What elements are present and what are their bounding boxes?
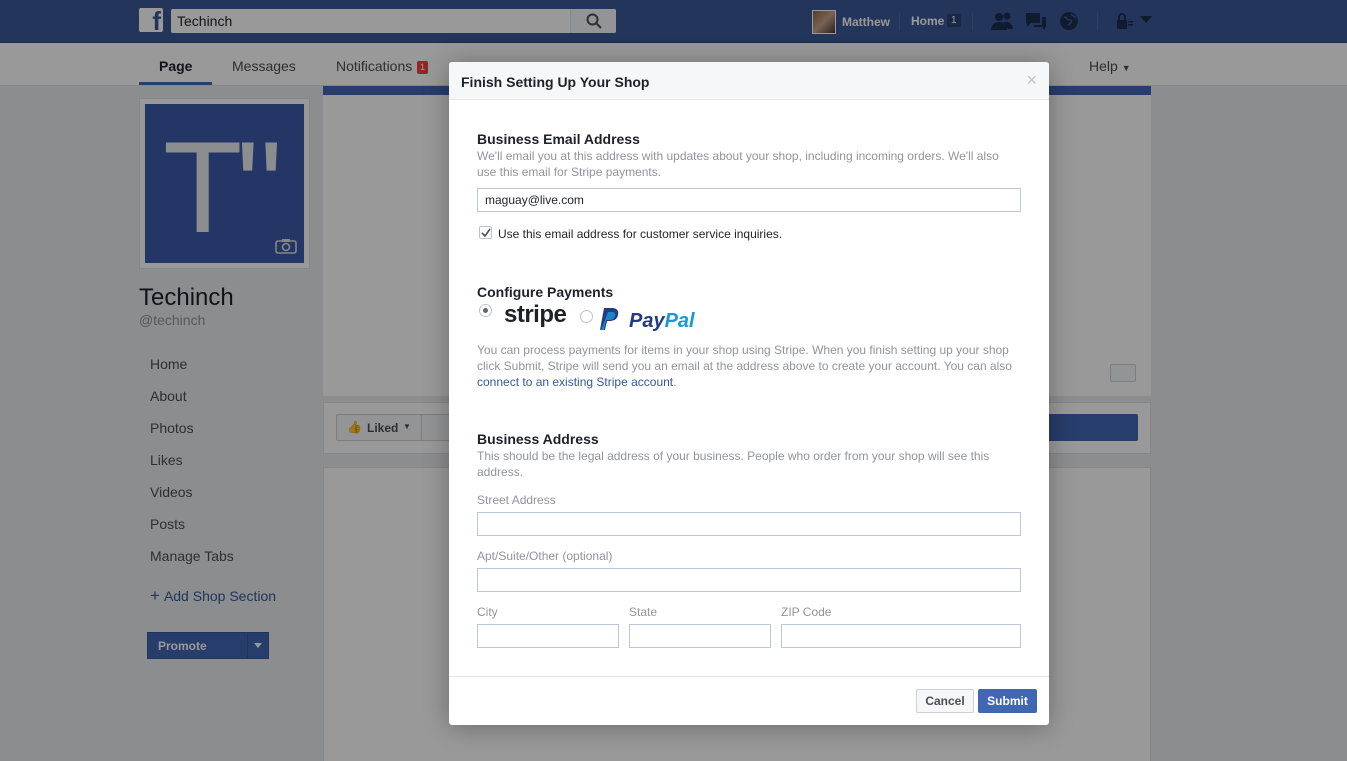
address-help-text: This should be the legal address of your… — [477, 449, 990, 479]
business-email-field[interactable] — [477, 188, 1021, 212]
payments-help-text: You can process payments for items in yo… — [477, 342, 1017, 390]
street-address-field[interactable] — [477, 512, 1021, 536]
state-label: State — [629, 605, 658, 619]
stripe-radio[interactable] — [479, 304, 492, 317]
finish-shop-setup-dialog: Finish Setting Up Your Shop × Business E… — [449, 62, 1049, 725]
zip-code-field[interactable] — [781, 624, 1021, 648]
customer-service-email-label: Use this email address for customer serv… — [498, 227, 783, 241]
payments-help-end: . — [673, 375, 677, 389]
cancel-button[interactable]: Cancel — [916, 689, 974, 713]
state-field[interactable] — [629, 624, 771, 648]
city-field[interactable] — [477, 624, 619, 648]
submit-button[interactable]: Submit — [978, 689, 1037, 713]
stripe-logo: stripe — [504, 301, 567, 328]
close-icon[interactable]: × — [1026, 70, 1037, 91]
email-help-text: We'll email you at this address with upd… — [477, 149, 999, 179]
paypal-p-icon — [600, 308, 619, 330]
apt-suite-field[interactable] — [477, 568, 1021, 592]
payments-help-body: You can process payments for items in yo… — [477, 343, 1012, 373]
zip-code-label: ZIP Code — [781, 605, 832, 619]
customer-service-email-checkbox[interactable] — [479, 226, 492, 239]
dialog-title: Finish Setting Up Your Shop — [461, 74, 650, 90]
checkmark-icon — [481, 228, 491, 238]
email-section-title: Business Email Address — [477, 131, 640, 147]
dialog-header: Finish Setting Up Your Shop × — [449, 62, 1049, 100]
paypal-logo-pay: Pay — [629, 310, 665, 332]
apt-suite-label: Apt/Suite/Other (optional) — [477, 549, 613, 563]
city-label: City — [477, 605, 498, 619]
paypal-logo-pal: Pal — [664, 310, 695, 332]
address-section-title: Business Address — [477, 431, 599, 447]
connect-stripe-account-link[interactable]: connect to an existing Stripe account — [477, 375, 673, 389]
street-address-label: Street Address — [477, 493, 556, 507]
paypal-radio[interactable] — [580, 310, 593, 323]
payments-section-title: Configure Payments — [477, 284, 614, 300]
